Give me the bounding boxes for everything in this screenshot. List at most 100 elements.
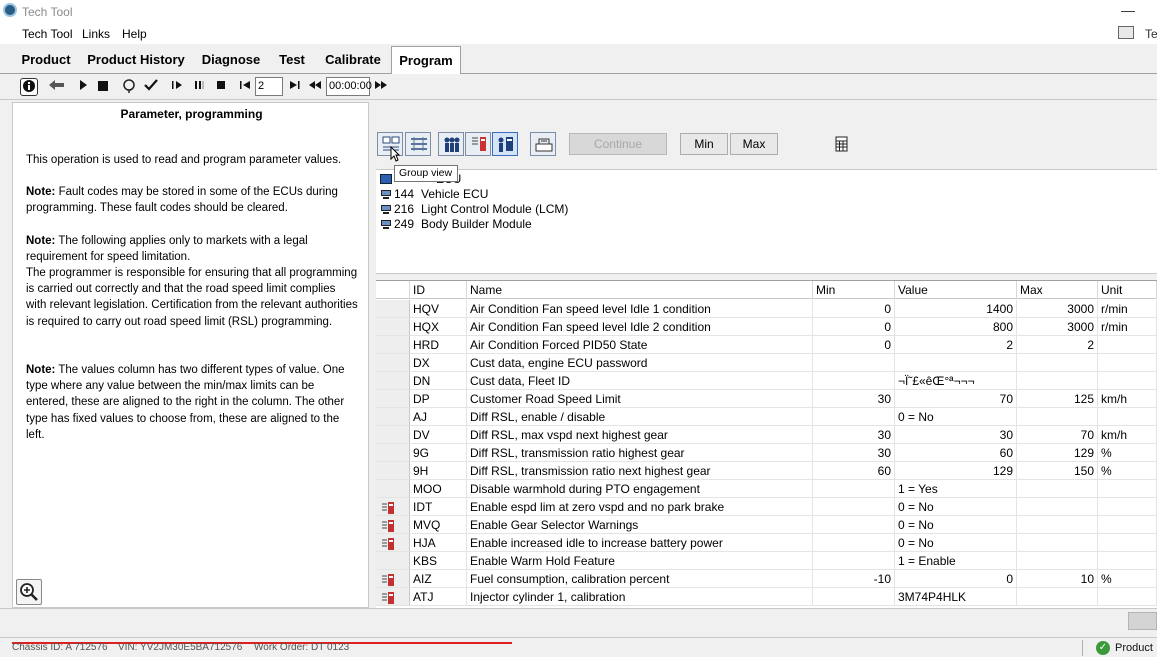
save-to-file-button[interactable] [530, 132, 556, 156]
zoom-in-button[interactable] [16, 579, 42, 605]
cell-value[interactable]: 0 = No [895, 534, 1017, 552]
column-header-max[interactable]: Max [1017, 281, 1098, 299]
cell-value[interactable]: 0 = No [895, 516, 1017, 534]
table-row[interactable]: HRD Air Condition Forced PID50 State 0 2 2 [376, 336, 1157, 354]
cell-max: 3000 [1017, 300, 1098, 318]
cell-value[interactable]: 0 = No [895, 498, 1017, 516]
pause-icon[interactable] [190, 78, 208, 96]
table-row[interactable]: HQX Air Condition Fan speed level Idle 2 … [376, 318, 1157, 336]
continue-button[interactable]: Continue [569, 133, 667, 155]
table-row[interactable]: ATJ Injector cylinder 1, calibration 3M74P… [376, 588, 1157, 606]
cell-min: 0 [813, 300, 895, 318]
group-view-button[interactable] [405, 132, 431, 156]
info-icon[interactable] [20, 78, 38, 96]
ecu-list-item[interactable]: 216 Light Control Module (LCM) [380, 202, 640, 217]
table-row[interactable]: 9H Diff RSL, transmission ratio next high… [376, 462, 1157, 480]
cell-name: Air Condition Fan speed level Idle 1 con… [467, 300, 813, 318]
cell-name: Enable espd lim at zero vspd and no park… [467, 498, 813, 516]
ecu-list-item[interactable]: 144 Vehicle ECU [380, 187, 580, 202]
connection-icon[interactable] [1118, 26, 1134, 39]
table-row[interactable]: 9G Diff RSL, transmission ratio highest g… [376, 444, 1157, 462]
table-row[interactable]: IDT Enable espd lim at zero vspd and no p… [376, 498, 1157, 516]
table-row[interactable]: DP Customer Road Speed Limit 30 70 125 km/h [376, 390, 1157, 408]
users-button[interactable] [438, 132, 464, 156]
column-header-icon[interactable] [376, 281, 410, 299]
cell-name: Cust data, engine ECU password [467, 354, 813, 372]
column-header-unit[interactable]: Unit [1098, 281, 1157, 299]
ecu-user-button[interactable] [492, 132, 518, 156]
tab-calibrate[interactable]: Calibrate [318, 46, 388, 74]
cell-value[interactable]: 30 [895, 426, 1017, 444]
tab-program[interactable]: Program [391, 46, 461, 75]
horizontal-scrollbar[interactable] [1128, 612, 1157, 630]
cell-value[interactable] [895, 354, 1017, 372]
cell-unit [1098, 408, 1157, 426]
cell-min [813, 498, 895, 516]
cell-value[interactable]: 129 [895, 462, 1017, 480]
cell-value[interactable]: 0 = No [895, 408, 1017, 426]
tab-product[interactable]: Product [14, 46, 78, 74]
max-button[interactable]: Max [730, 133, 778, 155]
product-status-check-icon: ✓ [1096, 641, 1110, 655]
column-header-value[interactable]: Value [895, 281, 1017, 299]
cell-value[interactable]: 1 = Yes [895, 480, 1017, 498]
play-icon[interactable] [74, 78, 92, 96]
table-row[interactable]: HJA Enable increased idle to increase bat… [376, 534, 1157, 552]
table-row[interactable]: DV Diff RSL, max vspd next highest gear 30… [376, 426, 1157, 444]
table-row[interactable]: MVQ Enable Gear Selector Warnings 0 = No [376, 516, 1157, 534]
min-button[interactable]: Min [680, 133, 728, 155]
tab-diagnose[interactable]: Diagnose [196, 46, 266, 74]
tab-test[interactable]: Test [272, 46, 312, 74]
table-row[interactable]: AIZ Fuel consumption, calibration percent… [376, 570, 1157, 588]
table-row[interactable]: DX Cust data, engine ECU password [376, 354, 1157, 372]
cell-value[interactable]: 1 = Enable [895, 552, 1017, 570]
fast-forward-icon[interactable] [372, 78, 390, 96]
ecu-list-icon [472, 137, 486, 151]
cell-max [1017, 480, 1098, 498]
cell-value[interactable]: ¬Ï˜£«êŒ°ª¬¬¬ [895, 372, 1017, 390]
cell-value[interactable]: 1400 [895, 300, 1017, 318]
row-selector [376, 444, 410, 462]
menu-help[interactable]: Help [122, 27, 147, 41]
step-forward-icon[interactable] [168, 78, 186, 96]
vin-label: VIN: YV2JM30E5BA712576 [118, 642, 243, 653]
step-number-field[interactable]: 2 [255, 77, 283, 96]
stop-small-icon[interactable] [212, 78, 230, 96]
cell-value[interactable]: 0 [895, 570, 1017, 588]
menu-tech-tool[interactable]: Tech Tool [22, 27, 72, 41]
checkmark-icon[interactable] [142, 78, 160, 96]
menu-links[interactable]: Links [82, 27, 110, 41]
cell-name: Enable Gear Selector Warnings [467, 516, 813, 534]
ecu-list-button[interactable] [465, 132, 491, 156]
cell-value[interactable]: 800 [895, 318, 1017, 336]
product-status-label[interactable]: Product [1115, 642, 1153, 654]
cell-value[interactable]: 60 [895, 444, 1017, 462]
calculator-icon[interactable] [834, 136, 850, 152]
table-row[interactable]: DN Cust data, Fleet ID ¬Ï˜£«êŒ°ª¬¬¬ [376, 372, 1157, 390]
rewind-icon[interactable] [306, 78, 324, 96]
last-step-icon[interactable] [286, 78, 304, 96]
table-row[interactable]: HQV Air Condition Fan speed level Idle 1 … [376, 300, 1157, 318]
table-row[interactable]: KBS Enable Warm Hold Feature 1 = Enable [376, 552, 1157, 570]
diagnose-lamp-icon[interactable] [120, 78, 138, 96]
cell-value[interactable]: 3M74P4HLK [895, 588, 1017, 606]
column-header-name[interactable]: Name [467, 281, 813, 299]
cell-min [813, 516, 895, 534]
stop-icon[interactable] [94, 78, 112, 96]
tab-product-history[interactable]: Product History [82, 46, 190, 74]
cell-value[interactable]: 2 [895, 336, 1017, 354]
app-logo-icon [3, 3, 17, 17]
table-row[interactable]: AJ Diff RSL, enable / disable 0 = No [376, 408, 1157, 426]
column-header-id[interactable]: ID [410, 281, 467, 299]
chassis-id-label: Chassis ID: A 712576 [12, 642, 108, 653]
first-step-icon[interactable] [236, 78, 254, 96]
cell-value[interactable]: 70 [895, 390, 1017, 408]
time-field[interactable]: 00:00:00 [326, 77, 372, 96]
row-selector [376, 498, 410, 516]
back-arrow-icon[interactable] [48, 78, 66, 96]
column-header-min[interactable]: Min [813, 281, 895, 299]
table-row[interactable]: MOO Disable warmhold during PTO engagemen… [376, 480, 1157, 498]
cell-id: HJA [410, 534, 467, 552]
ecu-list-item[interactable]: 249 Body Builder Module [380, 217, 640, 232]
minimize-button[interactable]: — [1118, 0, 1138, 20]
